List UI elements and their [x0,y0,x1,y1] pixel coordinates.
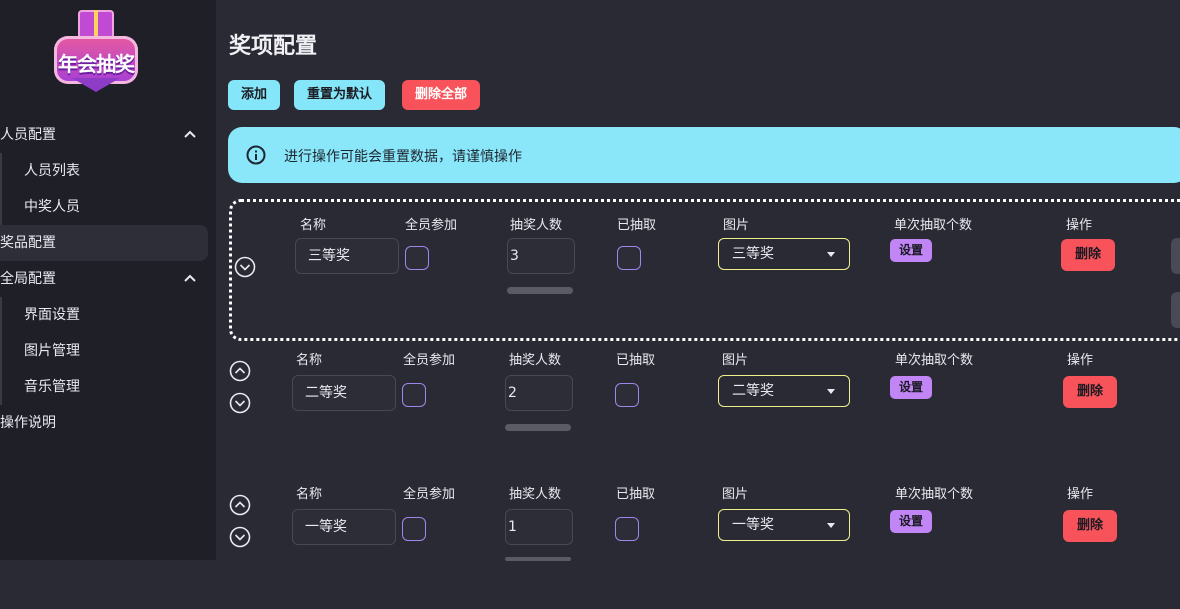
all-join-label: 全员参加 [403,487,456,502]
prize-count-input[interactable]: 3 [507,238,575,274]
warning-alert: 进行操作可能会重置数据，请谨慎操作 [228,127,1180,183]
sidebar-item-label: 界面设置 [24,307,80,323]
actions-label: 操作 [1066,218,1093,233]
chevron-up-icon[interactable] [184,261,196,297]
chevron-up-icon[interactable] [229,494,251,516]
delete-all-button[interactable]: 删除全部 [402,80,481,110]
count-label: 抽奖人数 [509,353,562,368]
set-button[interactable]: 设置 [890,510,932,533]
prize-row[interactable]: 名称 一等奖 全员参加 抽奖人数 1 已抽取 图片 一等奖 单次抽取个数 设置 … [229,473,1180,609]
actions-label: 操作 [1067,353,1094,368]
side-handle[interactable] [1171,292,1180,328]
logo-text: 年会抽奖 [58,52,135,76]
drawn-checkbox[interactable] [617,246,641,270]
sidebar-item-label: 图片管理 [24,343,80,359]
drawn-label: 已抽取 [616,353,656,368]
alert-message: 进行操作可能会重置数据，请谨慎操作 [284,149,522,165]
chevron-up-icon[interactable] [229,360,251,382]
image-select[interactable]: 二等奖 [718,375,850,407]
all-join-label: 全员参加 [403,353,456,368]
prize-name-input[interactable]: 二等奖 [292,375,396,411]
count-slider[interactable] [505,557,571,561]
chevron-down-icon[interactable] [229,392,251,414]
image-select[interactable]: 三等奖 [718,238,850,270]
image-label: 图片 [722,353,749,368]
set-button[interactable]: 设置 [890,239,932,262]
image-select-value: 二等奖 [732,383,774,399]
sidebar-group-global[interactable]: 全局配置 [0,261,56,297]
image-select-value: 一等奖 [732,517,774,533]
drawn-checkbox[interactable] [615,383,639,407]
sidebar-item-winners[interactable]: 中奖人员 [0,189,80,225]
delete-button[interactable]: 删除 [1063,376,1117,408]
prize-row[interactable]: 名称 二等奖 全员参加 抽奖人数 2 已抽取 图片 二等奖 单次抽取个数 设置 … [229,339,1180,475]
sidebar-group-label: 人员配置 [0,127,56,143]
all-join-checkbox[interactable] [402,517,426,541]
name-label: 名称 [296,487,323,502]
delete-button[interactable]: 删除 [1063,510,1117,542]
sidebar-item-label: 音乐管理 [24,379,80,395]
app-logo: 年会抽奖 [50,6,142,94]
prize-name-input[interactable]: 一等奖 [292,509,396,545]
sidebar-item-ui-settings[interactable]: 界面设置 [0,297,80,333]
sidebar-item-instructions[interactable]: 操作说明 [0,405,56,441]
reset-default-button[interactable]: 重置为默认 [294,80,386,110]
all-join-checkbox[interactable] [405,246,429,270]
name-label: 名称 [296,353,323,368]
sidebar-item-label: 人员列表 [24,163,80,179]
per-draw-label: 单次抽取个数 [894,218,973,233]
all-join-checkbox[interactable] [402,383,426,407]
chevron-up-icon[interactable] [184,117,196,153]
sidebar-group-personnel[interactable]: 人员配置 [0,117,56,153]
caret-down-icon [827,389,835,394]
count-label: 抽奖人数 [509,487,562,502]
prize-name-input[interactable]: 三等奖 [295,238,399,274]
count-slider[interactable] [507,287,573,294]
set-button[interactable]: 设置 [890,376,932,399]
actions-label: 操作 [1067,487,1094,502]
sidebar-item-prize-config[interactable]: 奖品配置 [0,225,208,261]
add-button[interactable]: 添加 [228,80,281,110]
per-draw-label: 单次抽取个数 [895,487,974,502]
sidebar: 年会抽奖 人员配置 人员列表 中奖人员 奖品配置 全局配置 界面设置 图片管理 … [0,0,216,560]
sidebar-item-label: 奖品配置 [0,235,56,251]
drawn-label: 已抽取 [617,218,657,233]
name-label: 名称 [300,218,327,233]
image-label: 图片 [723,218,750,233]
sidebar-item-label: 操作说明 [0,415,56,431]
image-label: 图片 [722,487,749,502]
chevron-down-icon[interactable] [234,256,256,278]
sidebar-item-label: 中奖人员 [24,199,80,215]
prize-row[interactable]: 名称 三等奖 全员参加 抽奖人数 3 已抽取 图片 三等奖 单次抽取个数 设置 … [229,199,1180,341]
sidebar-item-image-manage[interactable]: 图片管理 [0,333,80,369]
all-join-label: 全员参加 [405,218,458,233]
sidebar-item-people-list[interactable]: 人员列表 [0,153,80,189]
info-icon [246,145,266,169]
prize-count-input[interactable]: 2 [505,375,573,411]
chevron-down-icon[interactable] [229,526,251,548]
drawn-checkbox[interactable] [615,517,639,541]
side-handle[interactable] [1171,238,1180,274]
page-title: 奖项配置 [229,34,318,59]
sidebar-item-music-manage[interactable]: 音乐管理 [0,369,80,405]
sidebar-group-label: 全局配置 [0,271,56,287]
caret-down-icon [827,523,835,528]
per-draw-label: 单次抽取个数 [895,353,974,368]
caret-down-icon [827,252,835,257]
count-slider[interactable] [505,424,571,431]
prize-count-input[interactable]: 1 [505,509,573,545]
count-label: 抽奖人数 [510,218,563,233]
drawn-label: 已抽取 [616,487,656,502]
image-select-value: 三等奖 [732,246,774,262]
image-select[interactable]: 一等奖 [718,509,850,541]
delete-button[interactable]: 删除 [1061,239,1115,271]
